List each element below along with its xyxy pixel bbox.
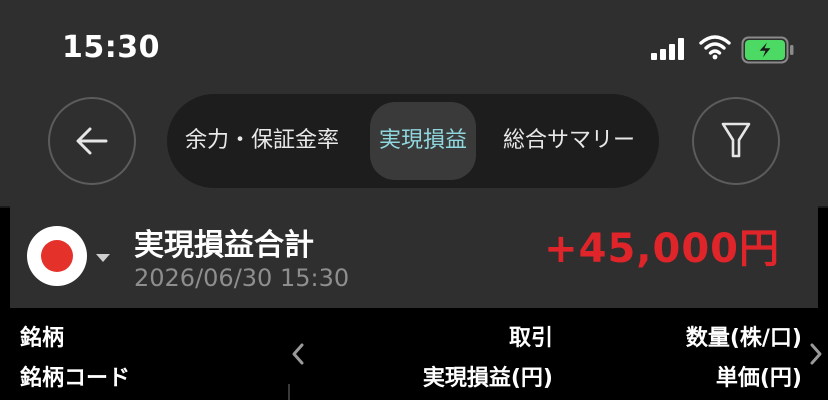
realized-pl-total: +45,000円 bbox=[544, 226, 780, 272]
chevron-right-icon[interactable] bbox=[808, 342, 824, 366]
header-realized-pl: 実現損益(円) bbox=[422, 366, 553, 391]
tab-realized-pl[interactable]: 実現損益 bbox=[370, 102, 476, 180]
back-button[interactable] bbox=[48, 97, 136, 185]
table-header: 銘柄 銘柄コード 取引 実現損益(円) 数量(株/口) 単価(円) bbox=[0, 308, 828, 400]
status-time: 15:30 bbox=[62, 30, 160, 65]
filter-button[interactable] bbox=[692, 97, 780, 185]
tab-margin[interactable]: 余力・保証金率 bbox=[185, 116, 339, 166]
japan-flag-icon[interactable] bbox=[27, 226, 87, 286]
battery-charging-icon bbox=[741, 36, 794, 64]
column-divider bbox=[288, 384, 290, 400]
arrow-left-icon bbox=[76, 127, 108, 155]
wifi-icon bbox=[699, 35, 731, 60]
header-area: 15:30 余力・保証金率 実現損益 総合サマリー bbox=[0, 0, 828, 206]
header-unit-price: 単価(円) bbox=[715, 366, 802, 391]
header-issue-code: 銘柄コード bbox=[20, 366, 131, 391]
header-quantity: 数量(株/口) bbox=[685, 326, 802, 351]
header-trade: 取引 bbox=[508, 326, 553, 351]
header-issue: 銘柄 bbox=[20, 326, 65, 351]
cellular-signal-icon bbox=[651, 38, 689, 60]
tab-summary[interactable]: 総合サマリー bbox=[503, 116, 635, 166]
chevron-left-icon[interactable] bbox=[290, 342, 306, 366]
realized-pl-summary-card: 実現損益合計 2026/06/30 15:30 +45,000円 bbox=[10, 206, 818, 308]
filter-icon bbox=[721, 122, 751, 158]
chevron-down-icon[interactable] bbox=[96, 254, 110, 262]
summary-title: 実現損益合計 bbox=[134, 228, 314, 263]
tab-bar: 余力・保証金率 実現損益 総合サマリー bbox=[167, 94, 659, 188]
summary-datetime: 2026/06/30 15:30 bbox=[134, 264, 350, 292]
